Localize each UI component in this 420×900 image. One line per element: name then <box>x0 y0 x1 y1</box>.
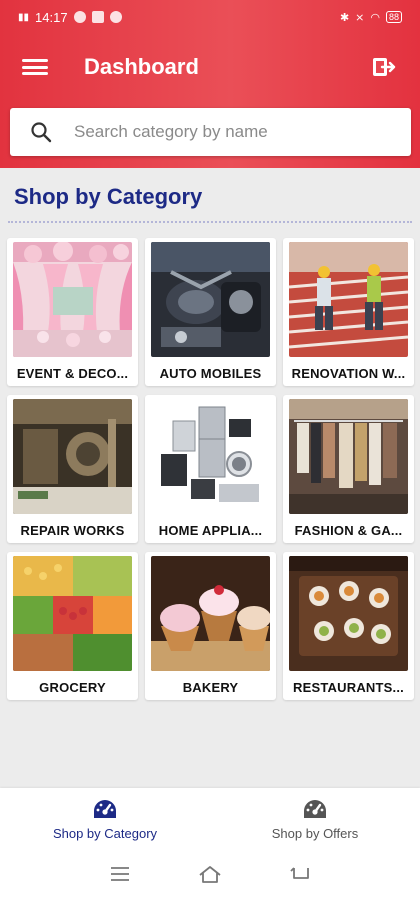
category-label: FASHION & GA... <box>294 523 403 538</box>
mute-icon: ⨯ <box>355 11 365 24</box>
status-bar: ▮▮ 14:17 ✱ ⨯ ◠ 88 <box>0 0 420 34</box>
dashboard-gauge-icon <box>94 800 116 818</box>
page-title: Dashboard <box>84 54 199 79</box>
search-bar[interactable] <box>10 108 411 156</box>
bakery-cupcakes-photo <box>151 556 270 671</box>
category-label: RESTAURANTS... <box>293 680 404 695</box>
search-icon <box>31 122 52 143</box>
logout-icon[interactable] <box>370 53 398 81</box>
top-header: ▮▮ 14:17 ✱ ⨯ ◠ 88 Dashboard <box>0 0 420 168</box>
category-label: REPAIR WORKS <box>20 523 125 538</box>
category-card-restaurants[interactable]: RESTAURANTS... <box>283 552 414 700</box>
wifi-icon: ◠ <box>370 11 380 24</box>
menu-icon <box>22 59 48 62</box>
category-label: GROCERY <box>39 680 106 695</box>
category-card-event-decoration[interactable]: EVENT & DECO... <box>7 238 138 386</box>
fashion-garments-photo <box>289 399 408 514</box>
category-card-home-appliances[interactable]: HOME APPLIA... <box>145 395 276 543</box>
bottom-navigation: Shop by Category Shop by Offers <box>0 788 420 848</box>
nav-label: Shop by Offers <box>271 826 359 841</box>
back-icon[interactable] <box>288 864 312 884</box>
bluetooth-icon: ✱ <box>339 11 350 24</box>
signal-icon: ▮▮ <box>18 11 30 23</box>
repair-workshop-photo <box>13 399 132 514</box>
whatsapp-icon <box>109 11 122 23</box>
hamburger-menu-button[interactable] <box>20 56 50 78</box>
section-title: Shop by Category <box>14 184 203 209</box>
telegram-icon <box>73 11 86 23</box>
recent-apps-icon[interactable] <box>108 864 132 884</box>
category-card-grocery[interactable]: GROCERY <box>7 552 138 700</box>
youtube-icon <box>91 11 104 23</box>
nav-label: Shop by Category <box>52 826 158 841</box>
home-icon[interactable] <box>198 864 222 884</box>
category-card-repair-works[interactable]: REPAIR WORKS <box>7 395 138 543</box>
renovation-workers-photo <box>289 242 408 357</box>
category-card-fashion[interactable]: FASHION & GA... <box>283 395 414 543</box>
app-bar: Dashboard <box>0 34 420 100</box>
category-label: BAKERY <box>182 680 239 695</box>
grocery-produce-photo <box>13 556 132 671</box>
category-card-renovation-works[interactable]: RENOVATION W... <box>283 238 414 386</box>
nav-shop-by-offers[interactable]: Shop by Offers <box>210 788 420 848</box>
category-card-auto-mobiles[interactable]: AUTO MOBILES <box>145 238 276 386</box>
restaurant-dining-photo <box>289 556 408 671</box>
section-divider <box>8 221 412 223</box>
category-label: EVENT & DECO... <box>16 366 129 381</box>
category-label: HOME APPLIA... <box>158 523 263 538</box>
system-navigation-bar <box>0 848 420 900</box>
battery-level: 88 <box>385 11 402 23</box>
home-appliances-photo <box>151 399 270 514</box>
search-input[interactable] <box>74 122 394 142</box>
category-label: AUTO MOBILES <box>159 366 262 381</box>
category-label: RENOVATION W... <box>291 366 406 381</box>
automobile-engine-photo <box>151 242 270 357</box>
nav-shop-by-category[interactable]: Shop by Category <box>0 788 210 848</box>
event-decoration-photo <box>13 242 132 357</box>
category-grid: EVENT & DECO... AUTO MOBILES RENOVATION … <box>7 238 414 700</box>
status-time: 14:17 <box>35 9 68 25</box>
category-card-bakery[interactable]: BAKERY <box>145 552 276 700</box>
dashboard-gauge-icon <box>304 800 326 818</box>
